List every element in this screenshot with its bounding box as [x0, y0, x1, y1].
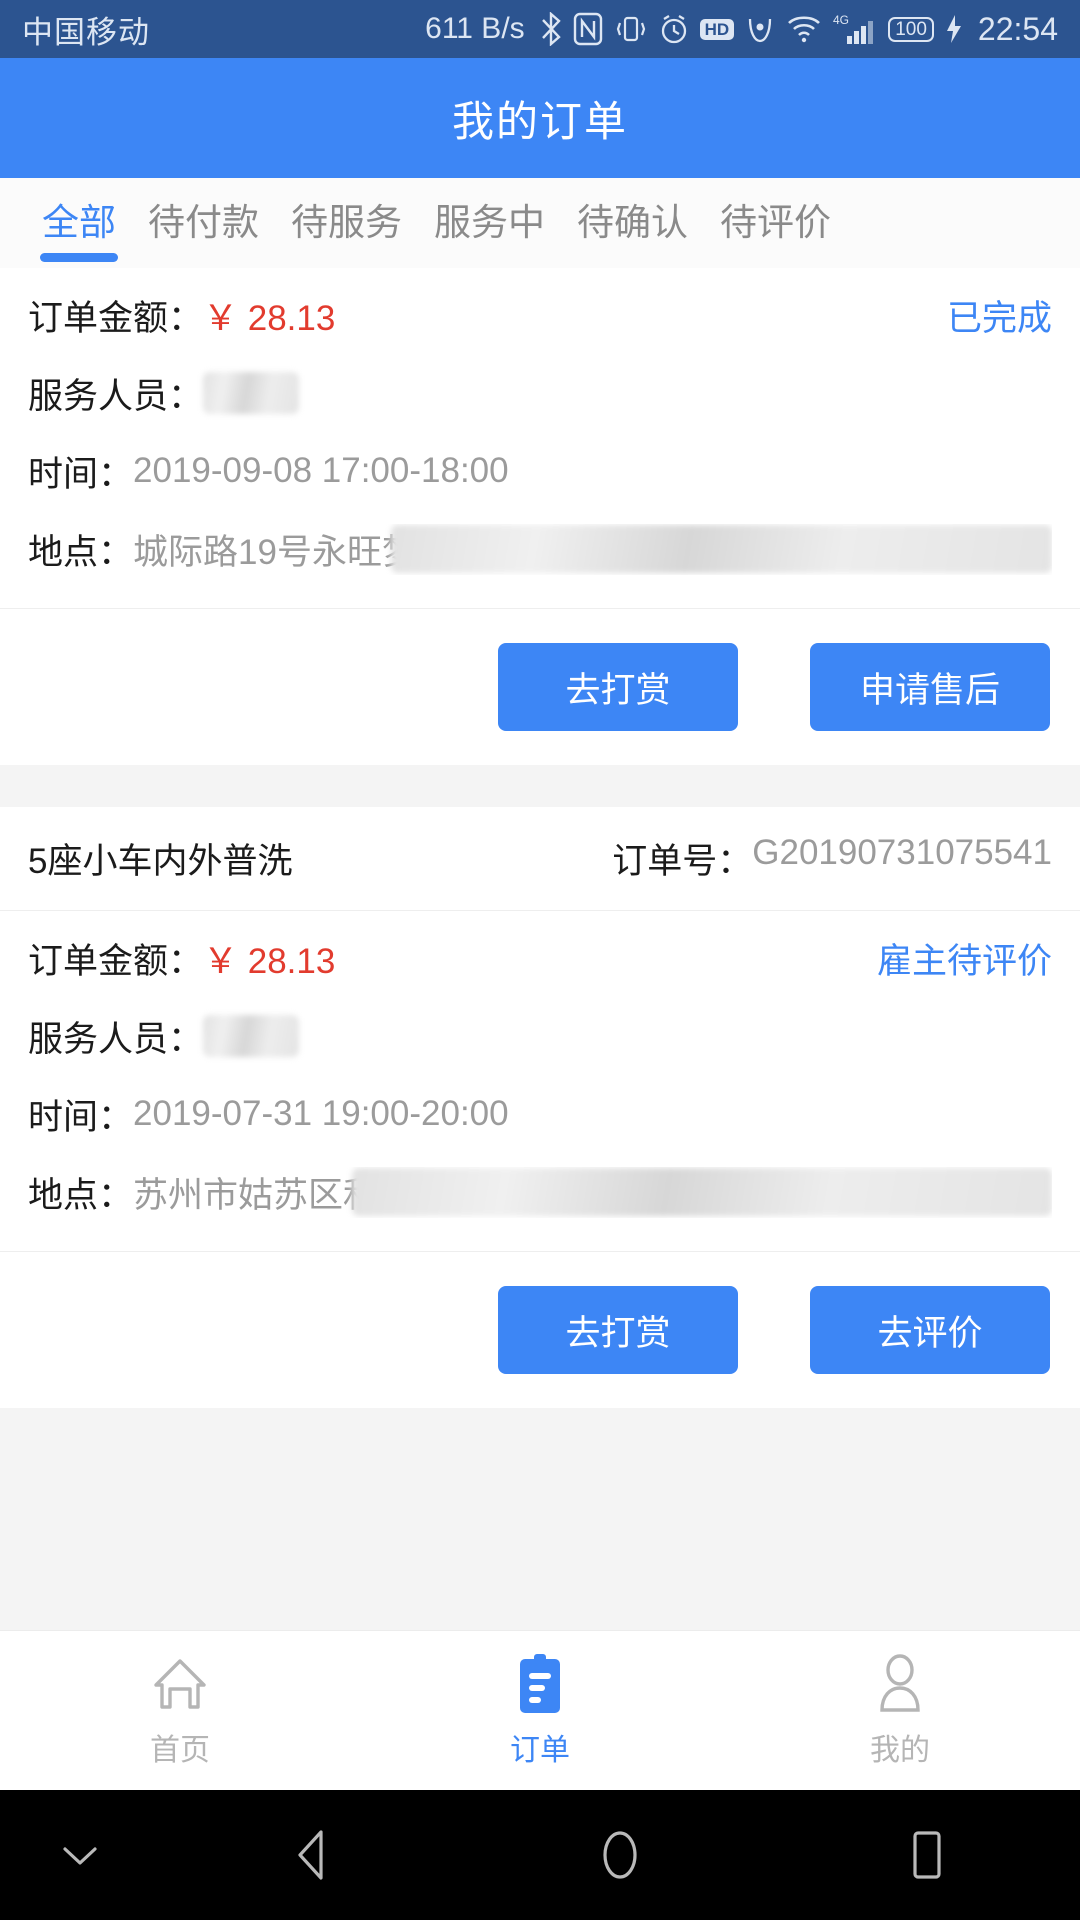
order-staff-row: 服务人员：	[28, 354, 1052, 432]
tab-label: 待确认	[577, 202, 688, 243]
review-button[interactable]: 去评价	[810, 1286, 1050, 1374]
time-value: 2019-07-31 19:00-20:00	[133, 1094, 509, 1133]
tab-in-service[interactable]: 服务中	[418, 178, 561, 246]
order-actions: 去打赏 申请售后	[0, 608, 1080, 765]
status-bar: 中国移动 611 B/s HD 4G 100 22:54	[0, 0, 1080, 58]
tip-button[interactable]: 去打赏	[498, 643, 738, 731]
nav-label: 我的	[870, 1733, 930, 1767]
tab-label: 待服务	[291, 202, 402, 243]
order-number-value: G20190731075541	[752, 833, 1052, 872]
tab-pending-service[interactable]: 待服务	[275, 178, 418, 246]
signal-4g-icon: 4G	[833, 12, 877, 46]
nav-item-home[interactable]: 首页	[0, 1631, 360, 1790]
tab-pending-payment[interactable]: 待付款	[132, 178, 275, 246]
clipboard-icon	[512, 1653, 568, 1715]
staff-name-redacted	[203, 372, 300, 414]
order-status-tabs: 全部 待付款 待服务 服务中 待确认 待评价	[0, 178, 1080, 268]
tab-label: 服务中	[434, 202, 545, 243]
amount-label: 订单金额：	[28, 298, 204, 338]
list-separator	[0, 765, 1080, 807]
home-icon[interactable]	[467, 1790, 774, 1920]
nav-label: 首页	[150, 1733, 210, 1767]
charging-icon	[945, 14, 963, 44]
staff-name-redacted	[203, 1015, 300, 1057]
hide-navbar-icon[interactable]	[0, 1790, 160, 1920]
tab-pending-review[interactable]: 待评价	[704, 178, 847, 246]
order-card[interactable]: 订单金额： ￥ 28.13 已完成 服务人员： 时间： 2019-09-08 1…	[0, 268, 1080, 765]
order-list[interactable]: 订单金额： ￥ 28.13 已完成 服务人员： 时间： 2019-09-08 1…	[0, 268, 1080, 1630]
nav-item-orders[interactable]: 订单	[360, 1631, 720, 1790]
location-value-wrap: 城际路19号永旺梦	[133, 524, 1052, 575]
carrier-label: 中国移动	[22, 14, 150, 50]
phone-screen: 中国移动 611 B/s HD 4G 100 22:54 我的订单 全部 待付款…	[0, 0, 1080, 1920]
staff-label: 服务人员：	[28, 376, 204, 416]
svg-text:4G: 4G	[833, 13, 849, 27]
order-details: 订单金额： ￥ 28.13 已完成 服务人员： 时间： 2019-09-08 1…	[0, 268, 1080, 608]
tab-all[interactable]: 全部	[26, 178, 132, 262]
tab-label: 全部	[42, 202, 116, 243]
battery-icon: 100	[888, 16, 934, 42]
order-number-label: 订单号：	[612, 842, 753, 881]
hd-icon: HD	[699, 18, 735, 40]
after-sales-button[interactable]: 申请售后	[810, 643, 1050, 731]
nfc-icon	[573, 12, 603, 46]
tab-pending-confirm[interactable]: 待确认	[561, 178, 704, 246]
location-label: 地点：	[28, 532, 134, 572]
android-navigation-bar	[0, 1790, 1080, 1920]
order-amount-row: 订单金额： ￥ 28.13 雇主待评价	[28, 919, 1052, 997]
nav-item-mine[interactable]: 我的	[720, 1631, 1080, 1790]
page-title: 我的订单	[451, 97, 628, 145]
order-details: 订单金额： ￥ 28.13 雇主待评价 服务人员： 时间： 2019-07-31…	[0, 911, 1080, 1251]
order-location-row: 地点： 城际路19号永旺梦	[28, 510, 1052, 588]
amount-value: ￥ 28.13	[203, 941, 336, 981]
clock-label: 22:54	[977, 10, 1058, 47]
network-speed-label: 611 B/s	[425, 12, 525, 45]
order-card[interactable]: 5座小车内外普洗 订单号： G20190731075541 订单金额： ￥ 28…	[0, 807, 1080, 1408]
location-redacted	[390, 525, 1052, 573]
order-card-header: 5座小车内外普洗 订单号： G20190731075541	[0, 807, 1080, 911]
order-amount-row: 订单金额： ￥ 28.13 已完成	[28, 276, 1052, 354]
alarm-icon	[659, 12, 689, 46]
location-value: 城际路19号永旺梦	[133, 532, 417, 572]
order-time-row: 时间： 2019-07-31 19:00-20:00	[28, 1075, 1052, 1153]
order-actions: 去打赏 去评价	[0, 1251, 1080, 1408]
tab-label: 待付款	[148, 202, 259, 243]
order-location-row: 地点： 苏州市姑苏区和	[28, 1153, 1052, 1231]
time-label: 时间：	[28, 1097, 134, 1137]
order-staff-row: 服务人员：	[28, 997, 1052, 1075]
recents-icon[interactable]	[773, 1790, 1080, 1920]
order-time-row: 时间： 2019-09-08 17:00-18:00	[28, 432, 1052, 510]
amount-label: 订单金额：	[28, 941, 204, 981]
wifi-icon	[786, 14, 822, 44]
home-icon	[149, 1653, 211, 1715]
time-label: 时间：	[28, 454, 134, 494]
tip-button[interactable]: 去打赏	[498, 1286, 738, 1374]
back-icon[interactable]	[160, 1790, 467, 1920]
location-redacted	[352, 1168, 1052, 1216]
eye-care-icon	[745, 13, 775, 45]
time-value: 2019-09-08 17:00-18:00	[133, 451, 509, 490]
person-icon	[872, 1653, 928, 1715]
location-label: 地点：	[28, 1175, 134, 1215]
service-name: 5座小车内外普洗	[28, 842, 293, 881]
bottom-navigation: 首页 订单 我的	[0, 1630, 1080, 1790]
tab-label: 待评价	[720, 202, 831, 243]
tab-active-indicator	[40, 253, 118, 262]
status-badge: 雇主待评价	[876, 941, 1052, 981]
status-bar-icons: 611 B/s HD 4G 100 22:54	[425, 11, 1058, 48]
bluetooth-icon	[540, 12, 562, 46]
app-header: 我的订单	[0, 58, 1080, 178]
location-value-wrap: 苏州市姑苏区和	[133, 1167, 1052, 1218]
vibrate-icon	[614, 12, 648, 46]
staff-label: 服务人员：	[28, 1019, 204, 1059]
nav-label: 订单	[510, 1733, 570, 1767]
location-value: 苏州市姑苏区和	[133, 1175, 379, 1215]
status-badge: 已完成	[946, 298, 1052, 338]
amount-value: ￥ 28.13	[203, 298, 336, 338]
order-number: 订单号： G20190731075541	[612, 833, 1052, 884]
